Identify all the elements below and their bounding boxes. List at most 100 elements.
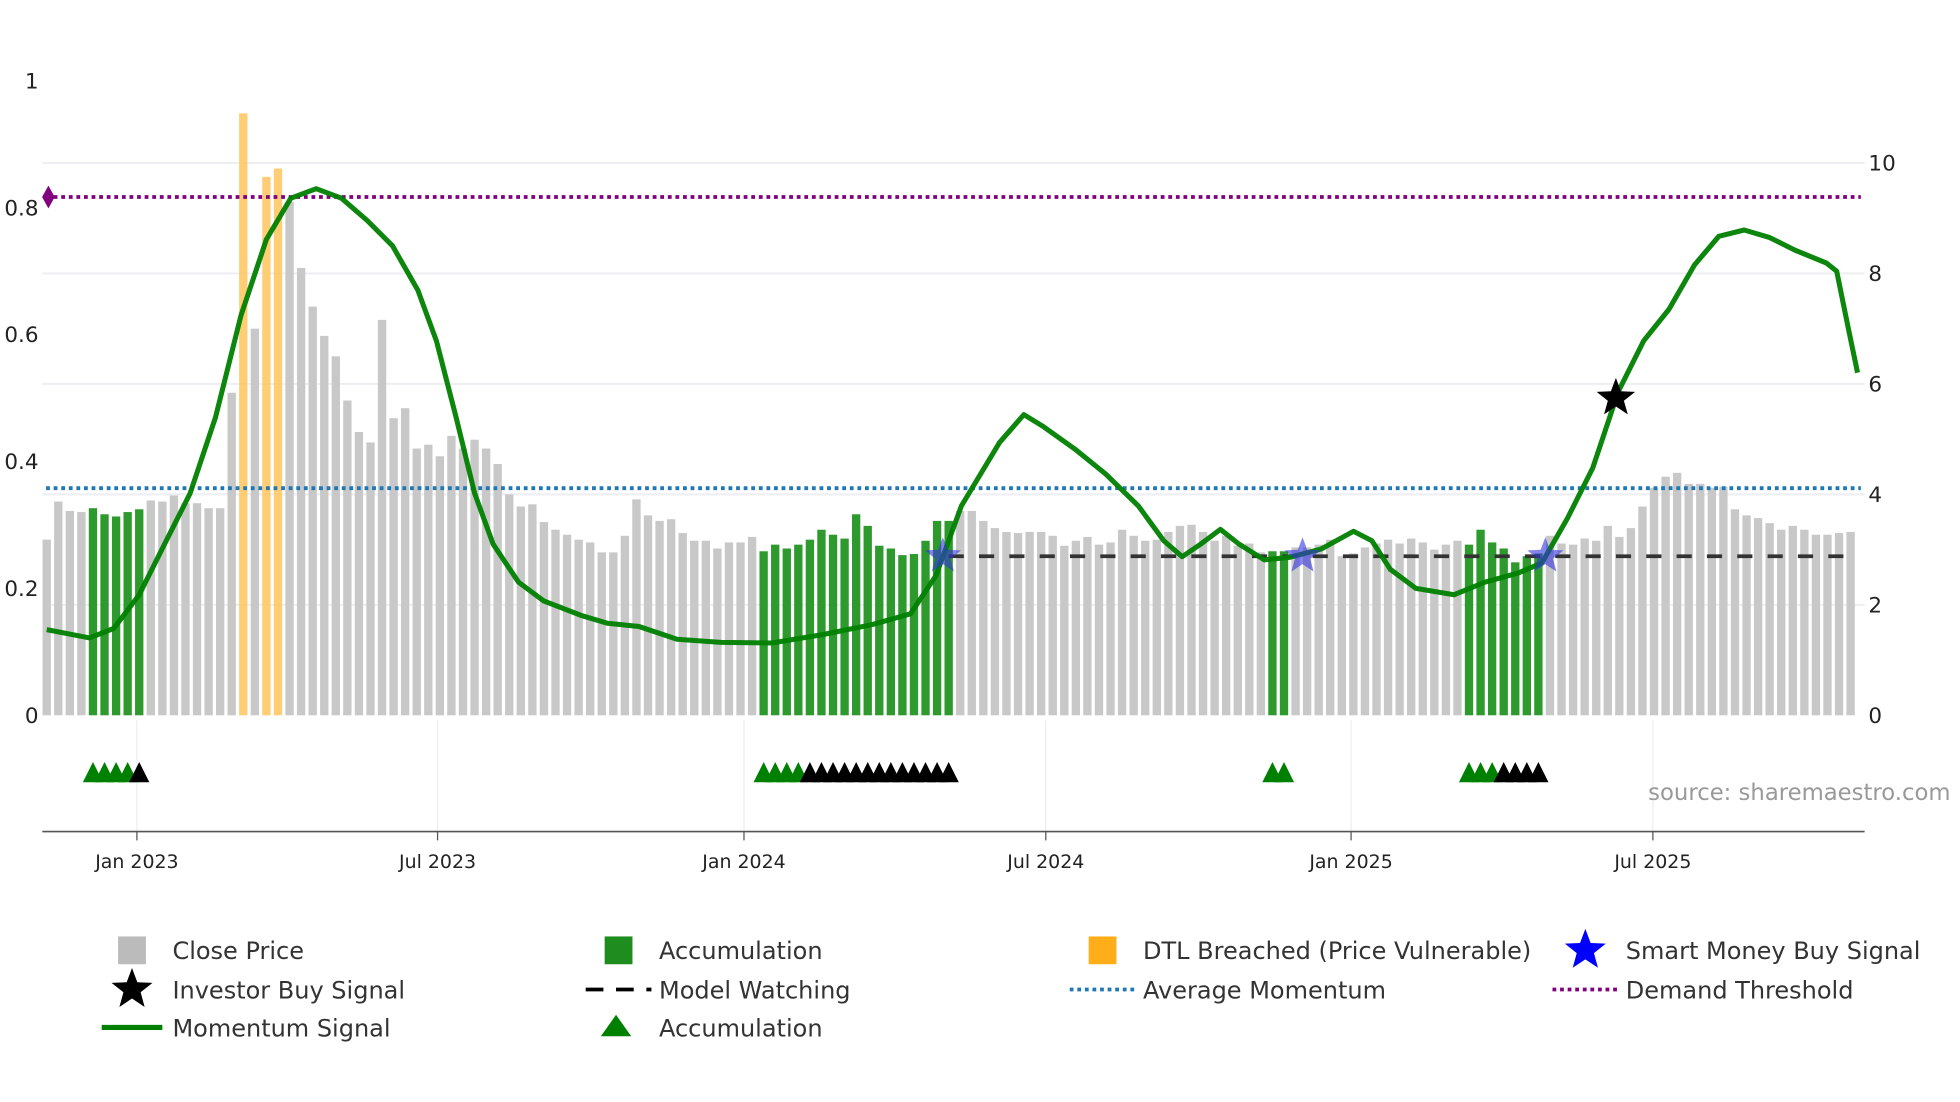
close-price-bar — [285, 201, 294, 716]
accumulation-bar — [1522, 556, 1531, 716]
close-price-bar — [1811, 534, 1821, 716]
close-price-bar — [1071, 540, 1081, 716]
legend-item: Investor Buy Signal — [111, 968, 405, 1007]
legend-label: Demand Threshold — [1626, 976, 1854, 1004]
close-price-bar — [724, 542, 734, 716]
legend-item: Demand Threshold — [1552, 976, 1853, 1004]
accumulation-bar — [921, 540, 930, 716]
accumulation-bar — [851, 514, 861, 716]
close-price-bar — [1129, 535, 1138, 716]
close-price-bar — [389, 418, 398, 716]
close-price-bar — [1141, 540, 1150, 716]
legend-square-icon — [1088, 936, 1117, 965]
close-price-bar — [192, 503, 202, 716]
accumulation-bar — [1279, 551, 1289, 716]
close-price-bar — [1048, 535, 1057, 716]
close-price-bar — [1592, 540, 1601, 716]
close-price-bar — [366, 442, 375, 716]
close-price-bar — [736, 542, 745, 716]
close-price-bar — [539, 521, 549, 716]
close-price-bar — [597, 552, 606, 716]
legend: Close Price Accumulation DTL Breached (Pri… — [101, 928, 1921, 1042]
close-price-bar — [1198, 531, 1208, 716]
right-axis-tick-label: 6 — [1868, 373, 1882, 398]
legend-label: Accumulation — [659, 937, 823, 965]
left-axis-tick-label: 0.4 — [4, 450, 38, 475]
accumulation-bar — [100, 514, 109, 716]
accumulation-bar — [875, 545, 884, 716]
close-price-bar — [1684, 483, 1693, 716]
right-axis-tick-label: 8 — [1868, 262, 1882, 287]
close-price-bar — [1036, 531, 1046, 716]
close-price-bar — [65, 510, 75, 716]
close-price-bar — [1638, 506, 1647, 716]
close-price-bar — [1568, 544, 1578, 716]
close-price-bar — [1615, 536, 1624, 716]
legend-item: Accumulation — [600, 1014, 823, 1042]
legend-label: Smart Money Buy Signal — [1626, 937, 1921, 965]
close-price-bar — [956, 510, 965, 716]
legend-item: Average Momentum — [1069, 976, 1386, 1004]
close-price-bar — [1210, 540, 1219, 716]
accumulation-bar — [863, 525, 872, 716]
legend-item: Model Watching — [585, 976, 851, 1004]
close-price-bar — [1430, 549, 1439, 716]
accumulation-bar — [840, 538, 849, 716]
close-price-bar — [1233, 545, 1242, 716]
close-price-bar — [1580, 538, 1589, 716]
close-price-bar — [1164, 531, 1173, 716]
smart-money-buy-star-icon — [924, 537, 961, 572]
legend-label: Average Momentum — [1143, 976, 1386, 1004]
accumulation-bar — [828, 534, 838, 716]
legend-label: Close Price — [172, 937, 304, 965]
close-price-bar — [377, 319, 387, 716]
legend-square-icon — [604, 936, 633, 965]
close-price-bar — [181, 503, 190, 716]
close-price-bar — [1672, 472, 1682, 716]
close-price-bar — [1730, 509, 1740, 716]
close-price-bar — [1302, 547, 1312, 716]
close-price-bar — [331, 356, 340, 716]
close-price-bar — [401, 408, 410, 716]
close-price-bar — [1094, 544, 1104, 716]
legend-label: DTL Breached (Price Vulnerable) — [1143, 937, 1531, 965]
momentum-chart: Jan 2023 Jul 2023 Jan 2024 Jul 2024 Jan 2025… — [4, 69, 1950, 1042]
close-price-bar — [1742, 515, 1751, 716]
legend-label: Investor Buy Signal — [172, 976, 405, 1004]
close-price-bar — [1557, 543, 1566, 716]
dtl-breached-bar — [239, 113, 248, 716]
legend-star-icon — [1564, 928, 1606, 968]
close-price-bar — [1291, 547, 1300, 716]
close-price-bar — [1360, 547, 1370, 716]
legend-star-icon — [111, 968, 153, 1007]
accumulation-bar — [135, 509, 144, 716]
close-price-bar — [979, 520, 988, 716]
accumulation-bar — [771, 544, 780, 716]
close-price-bar — [250, 328, 260, 716]
accumulation-bar — [1268, 551, 1277, 716]
close-price-bar — [1823, 534, 1832, 716]
close-price-bar — [1083, 536, 1092, 716]
close-price-bar — [493, 464, 502, 716]
close-price-bar — [1106, 542, 1115, 716]
close-price-bar — [1407, 538, 1416, 716]
close-price-bar — [1256, 552, 1266, 716]
close-price-bar — [713, 548, 722, 716]
close-price-bar — [1753, 518, 1763, 716]
legend-label: Accumulation — [659, 1014, 823, 1042]
close-price-bar — [54, 501, 63, 716]
close-price-bar — [320, 335, 329, 716]
close-price-bar — [528, 504, 537, 716]
close-price-bar — [655, 520, 664, 716]
source-label: source: sharemaestro.com — [1648, 780, 1950, 806]
close-price-bar — [1395, 543, 1404, 716]
right-axis-tick-label: 0 — [1868, 704, 1882, 729]
accumulation-bar — [782, 548, 791, 716]
legend-square-icon — [118, 936, 146, 965]
accumulation-bar — [759, 551, 768, 716]
close-price-bar — [158, 501, 167, 716]
close-price-bar — [747, 536, 757, 716]
close-price-bar — [678, 533, 687, 716]
accumulation-bar — [1511, 562, 1520, 716]
close-price-bar — [215, 508, 225, 716]
